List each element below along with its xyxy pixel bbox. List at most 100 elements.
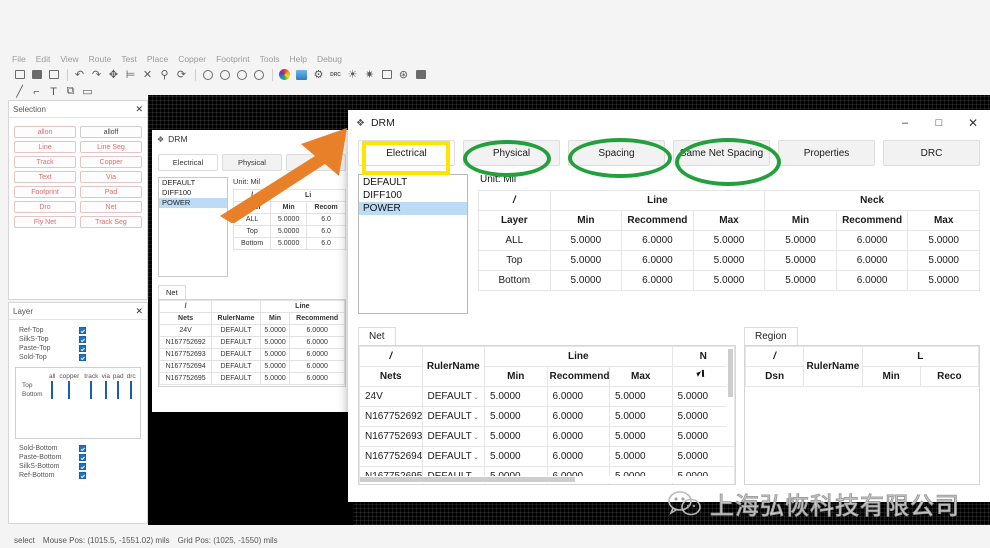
layer-stack-icon[interactable] bbox=[294, 67, 309, 82]
chevron-down-icon[interactable]: ⌄ bbox=[473, 413, 479, 421]
matrix-checkbox[interactable] bbox=[117, 390, 120, 399]
net-table-row[interactable]: N167752694 DEFAULT ⌄ 5.0000 6.0000 5.0000 5.00… bbox=[359, 446, 735, 467]
report-icon[interactable] bbox=[413, 67, 428, 82]
layer-checkbox[interactable] bbox=[79, 463, 86, 470]
selection-button-line[interactable]: Line bbox=[14, 141, 76, 153]
matrix-checkbox[interactable] bbox=[68, 381, 71, 390]
layer-checkbox[interactable] bbox=[79, 336, 86, 343]
new-document-icon[interactable] bbox=[12, 67, 27, 82]
copy-icon[interactable]: ⧉ bbox=[63, 84, 78, 99]
zoom-selection-icon[interactable] bbox=[251, 67, 266, 82]
background-net-tab[interactable]: Net bbox=[158, 285, 346, 299]
chevron-down-icon[interactable]: ⌄ bbox=[473, 453, 479, 461]
ruler-dropdown[interactable]: DEFAULT⌄ bbox=[425, 391, 483, 402]
chevron-down-icon[interactable]: ⌄ bbox=[473, 393, 479, 401]
menu-item-test[interactable]: Test bbox=[121, 54, 137, 64]
matrix-checkbox[interactable] bbox=[90, 390, 93, 399]
tab-electrical[interactable]: Electrical bbox=[358, 140, 455, 166]
delete-x-icon[interactable]: ✕ bbox=[140, 67, 155, 82]
zoom-in-icon[interactable] bbox=[200, 67, 215, 82]
move-icon[interactable]: ✥ bbox=[106, 67, 121, 82]
drm-dialog[interactable]: ❖ DRM – □ ✕ Electrical Physical Spacing Sam… bbox=[348, 110, 990, 502]
matrix-checkbox[interactable] bbox=[130, 390, 133, 399]
matrix-cell-top-via[interactable] bbox=[100, 381, 111, 390]
matrix-checkbox[interactable] bbox=[68, 390, 71, 399]
settings-gear-icon[interactable]: ⚙ bbox=[311, 67, 326, 82]
selection-button-pad[interactable]: Pad bbox=[80, 186, 142, 198]
close-icon[interactable]: ✕ bbox=[135, 104, 143, 115]
background-rule-item-power[interactable]: POWER bbox=[159, 198, 227, 208]
menu-item-file[interactable]: File bbox=[12, 54, 26, 64]
background-tab-electrical[interactable]: Electrical bbox=[158, 154, 218, 171]
background-tab-physical[interactable]: Physical bbox=[222, 154, 282, 171]
selection-button-line-seg[interactable]: Line Seg bbox=[80, 141, 142, 153]
measure-icon[interactable]: ▭ bbox=[80, 84, 95, 99]
rule-item-power[interactable]: POWER bbox=[359, 202, 467, 215]
ruler-dropdown-cell[interactable]: DEFAULT⌄ bbox=[421, 446, 485, 467]
highlight-icon[interactable]: ☀ bbox=[345, 67, 360, 82]
drc-icon[interactable]: DRC bbox=[328, 67, 343, 82]
net-table-vertical-scrollbar[interactable] bbox=[727, 347, 734, 443]
layer-checkbox[interactable] bbox=[79, 454, 86, 461]
layer-checkbox[interactable] bbox=[79, 345, 86, 352]
background-tab-ing[interactable]: ing bbox=[286, 154, 346, 171]
matrix-cell-bottom-track[interactable] bbox=[82, 390, 100, 399]
matrix-cell-top-track[interactable] bbox=[82, 381, 100, 390]
matrix-cell-top-copper[interactable] bbox=[56, 381, 82, 390]
selection-button-fly-net[interactable]: Fly Net bbox=[14, 216, 76, 228]
minimize-button[interactable]: – bbox=[888, 110, 922, 136]
menu-item-help[interactable]: Help bbox=[289, 54, 306, 64]
background-drm-window[interactable]: ❖ DRM Electrical Physical ing DEFAULT DIFF1… bbox=[152, 130, 352, 412]
background-rule-item-default[interactable]: DEFAULT bbox=[159, 178, 227, 188]
selection-button-copper[interactable]: Copper bbox=[80, 156, 142, 168]
menu-item-place[interactable]: Place bbox=[147, 54, 168, 64]
close-icon[interactable]: ✕ bbox=[135, 306, 143, 317]
matrix-checkbox[interactable] bbox=[130, 381, 133, 390]
tab-properties[interactable]: Properties bbox=[778, 140, 875, 166]
layer-checkbox[interactable] bbox=[79, 327, 86, 334]
open-folder-icon[interactable] bbox=[29, 67, 44, 82]
ruler-dropdown-cell[interactable]: DEFAULT⌄ bbox=[421, 406, 485, 427]
tab-spacing[interactable]: Spacing bbox=[568, 140, 665, 166]
menu-item-route[interactable]: Route bbox=[89, 54, 112, 64]
net-table-row[interactable]: N167752693 DEFAULT ⌄ 5.0000 6.0000 5.0000 5.00… bbox=[359, 426, 735, 447]
tab-same-net-spacing[interactable]: Same Net Spacing bbox=[673, 140, 770, 166]
matrix-cell-bottom-copper[interactable] bbox=[56, 390, 82, 399]
polyline-icon[interactable]: ⌐ bbox=[29, 84, 44, 99]
region-tab[interactable]: Region bbox=[744, 327, 798, 346]
rule-list[interactable]: DEFAULT DIFF100 POWER bbox=[358, 174, 468, 314]
chevron-down-icon[interactable]: ⌄ bbox=[473, 433, 479, 441]
matrix-cell-bottom-pad[interactable] bbox=[111, 390, 125, 399]
selection-button-track-seg[interactable]: Track Seg bbox=[80, 216, 142, 228]
ruler-dropdown[interactable]: DEFAULT⌄ bbox=[425, 451, 483, 462]
close-button[interactable]: ✕ bbox=[956, 110, 990, 136]
menu-item-debug[interactable]: Debug bbox=[317, 54, 342, 64]
menu-item-view[interactable]: View bbox=[60, 54, 78, 64]
tab-drc[interactable]: DRC bbox=[883, 140, 980, 166]
background-net-tab-label[interactable]: Net bbox=[158, 285, 186, 299]
zoom-area-icon[interactable] bbox=[379, 67, 394, 82]
maximize-button[interactable]: □ bbox=[922, 110, 956, 136]
selection-button-dro[interactable]: Dro bbox=[14, 201, 76, 213]
ruler-dropdown-cell[interactable]: DEFAULT⌄ bbox=[421, 386, 485, 407]
layer-checkbox[interactable] bbox=[79, 445, 86, 452]
mirror-icon[interactable]: ⊨ bbox=[123, 67, 138, 82]
net-table-row[interactable]: N167752692 DEFAULT ⌄ 5.0000 6.0000 5.0000 5.00… bbox=[359, 406, 735, 427]
ruler-dropdown[interactable]: DEFAULT⌄ bbox=[425, 411, 483, 422]
line-icon[interactable]: ╱ bbox=[12, 84, 27, 99]
selection-button-text[interactable]: Text bbox=[14, 171, 76, 183]
zoom-fit-icon[interactable] bbox=[234, 67, 249, 82]
ruler-dropdown-cell[interactable]: DEFAULT⌄ bbox=[421, 426, 485, 447]
net-tab[interactable]: Net bbox=[358, 327, 396, 346]
menu-item-copper[interactable]: Copper bbox=[178, 54, 206, 64]
zoom-out-icon[interactable] bbox=[217, 67, 232, 82]
matrix-checkbox[interactable] bbox=[51, 381, 54, 390]
selection-button-via[interactable]: Via bbox=[80, 171, 142, 183]
matrix-cell-bottom-drc[interactable] bbox=[125, 390, 137, 399]
rule-item-diff100[interactable]: DIFF100 bbox=[359, 189, 467, 202]
matrix-cell-bottom-all[interactable] bbox=[48, 390, 56, 399]
layer-checkbox[interactable] bbox=[79, 472, 86, 479]
matrix-checkbox[interactable] bbox=[104, 381, 107, 390]
text-icon[interactable]: T bbox=[46, 84, 61, 99]
unlock-icon[interactable]: ⚲ bbox=[157, 67, 172, 82]
